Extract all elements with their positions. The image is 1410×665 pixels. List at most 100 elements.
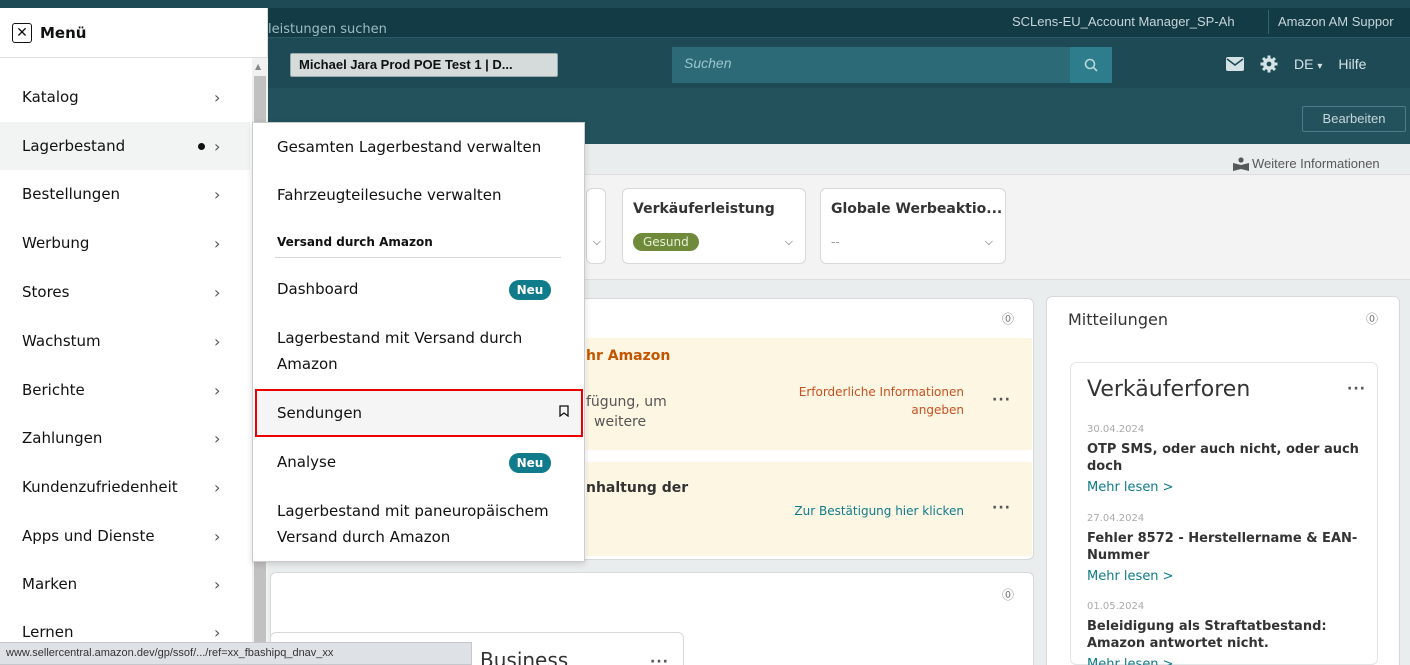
- metric-card-partial[interactable]: ⌵: [586, 188, 606, 264]
- account-strip: [268, 8, 1410, 38]
- help-icon[interactable]: ⓪: [1366, 310, 1378, 327]
- menu-item-label: Apps und Dienste: [22, 527, 155, 545]
- submenu-item-label: Lagerbestand mit paneuropäischem: [277, 502, 549, 520]
- chevron-right-icon: ›: [214, 233, 221, 253]
- submenu-item-paneu-inventory[interactable]: Lagerbestand mit paneuropäischem Versand…: [277, 498, 549, 550]
- active-indicator-dot: [198, 142, 205, 150]
- menu-item-werbung[interactable]: Werbung ›: [0, 219, 250, 267]
- metric-value: --: [831, 235, 840, 249]
- forum-post-title[interactable]: Beleidigung als Straftatbestand: Amazon …: [1087, 618, 1367, 652]
- account-name[interactable]: SCLens-EU_Account Manager_SP-Ah: [1012, 14, 1235, 29]
- metric-title: Globale Werbeaktio...: [831, 201, 1003, 217]
- forum-post-title[interactable]: Fehler 8572 - Herstellername & EAN-Numme…: [1087, 530, 1367, 564]
- store-selector[interactable]: Michael Jara Prod POE Test 1 | D...: [290, 53, 558, 77]
- read-more-link[interactable]: Mehr lesen >: [1087, 657, 1174, 665]
- forum-title: Verkäuferforen: [1087, 377, 1251, 402]
- alert-link-line: angeben: [911, 403, 964, 417]
- submenu-item-dashboard[interactable]: Dashboard: [277, 276, 358, 302]
- inventory-submenu: Gesamten Lagerbestand verwalten Fahrzeug…: [252, 122, 585, 562]
- metric-card-seller-performance[interactable]: Verkäuferleistung Gesund ⌵: [622, 188, 806, 264]
- more-options-icon[interactable]: ···: [1347, 381, 1366, 397]
- help-icon[interactable]: ⓪: [1002, 310, 1014, 327]
- menu-item-katalog[interactable]: Katalog ›: [0, 73, 250, 121]
- seller-forums-card: Verkäuferforen ··· 30.04.2024 OTP SMS, o…: [1070, 362, 1378, 665]
- submenu-item-fba-inventory[interactable]: Lagerbestand mit Versand durch Amazon: [277, 325, 522, 377]
- new-badge: Neu: [509, 453, 551, 473]
- help-link[interactable]: Hilfe: [1338, 56, 1366, 72]
- divider: [1268, 10, 1269, 34]
- bookmark-icon[interactable]: [559, 405, 569, 417]
- menu-item-marken[interactable]: Marken ›: [0, 560, 250, 608]
- help-icon[interactable]: ⓪: [1002, 586, 1014, 603]
- caret-down-icon: ▾: [1317, 61, 1323, 72]
- chevron-right-icon: ›: [214, 87, 221, 107]
- chevron-down-icon: ⌵: [984, 235, 993, 248]
- more-options-icon[interactable]: ···: [650, 654, 669, 665]
- menu-item-zahlungen[interactable]: Zahlungen ›: [0, 414, 250, 462]
- menu-item-label: Kundenzufriedenheit: [22, 478, 178, 496]
- submenu-item-label: Lagerbestand mit Versand durch: [277, 329, 523, 347]
- alert-text: weitere: [594, 414, 647, 430]
- chevron-right-icon: ›: [214, 574, 221, 594]
- menu-item-label: Berichte: [22, 381, 85, 399]
- chevron-down-icon: ⌵: [784, 235, 793, 248]
- divider: [275, 257, 561, 258]
- mail-icon[interactable]: [1226, 57, 1244, 71]
- more-options-icon[interactable]: ···: [992, 500, 1011, 516]
- more-info-link[interactable]: Weitere Informationen: [1232, 156, 1380, 171]
- scroll-up-arrow-icon[interactable]: ▲: [255, 62, 261, 71]
- post-date: 27.04.2024: [1087, 513, 1145, 524]
- search-icon: [1084, 58, 1098, 72]
- chevron-right-icon: ›: [214, 282, 221, 302]
- menu-item-label: Zahlungen: [22, 429, 103, 447]
- read-more-link[interactable]: Mehr lesen >: [1087, 569, 1174, 584]
- submenu-item-label: Versand durch Amazon: [277, 528, 451, 546]
- chevron-right-icon: ›: [214, 622, 221, 642]
- menu-item-lagerbestand[interactable]: Lagerbestand ›: [0, 122, 250, 170]
- alert-action-link[interactable]: Erforderliche Informationen angeben: [774, 383, 964, 419]
- gear-icon[interactable]: [1260, 55, 1278, 73]
- header-icons: DE ▾ Hilfe: [1226, 55, 1366, 73]
- menu-item-label: Bestellungen: [22, 185, 121, 203]
- chevron-right-icon: ›: [214, 331, 221, 351]
- read-more-link[interactable]: Mehr lesen >: [1087, 480, 1174, 495]
- subbar-search-text[interactable]: leistungen suchen: [268, 22, 387, 37]
- chevron-right-icon: ›: [214, 184, 221, 204]
- status-badge: Gesund: [633, 233, 699, 251]
- menu-item-kundenzufriedenheit[interactable]: Kundenzufriedenheit ›: [0, 463, 250, 511]
- menu-item-apps-und-dienste[interactable]: Apps und Dienste ›: [0, 512, 250, 560]
- menu-item-stores[interactable]: Stores ›: [0, 268, 250, 316]
- menu-item-label: Wachstum: [22, 332, 101, 350]
- alert-link-line: Erforderliche Informationen: [798, 385, 964, 399]
- post-date: 01.05.2024: [1087, 601, 1145, 612]
- browser-status-url: www.sellercentral.amazon.dev/gp/ssof/...…: [0, 642, 472, 665]
- submenu-item-analysis[interactable]: Analyse: [277, 449, 336, 475]
- submenu-item-vehicle-parts-search[interactable]: Fahrzeugteilesuche verwalten: [277, 182, 502, 208]
- edit-button[interactable]: Bearbeiten: [1302, 106, 1406, 132]
- search-input[interactable]: Suchen: [672, 47, 1070, 83]
- menu-item-label: Werbung: [22, 234, 90, 252]
- language-selector[interactable]: DE ▾: [1294, 56, 1322, 72]
- submenu-item-manage-inventory[interactable]: Gesamten Lagerbestand verwalten: [277, 134, 541, 160]
- chevron-right-icon: ›: [214, 428, 221, 448]
- more-options-icon[interactable]: ···: [992, 392, 1011, 408]
- menu-item-berichte[interactable]: Berichte ›: [0, 366, 250, 414]
- close-icon[interactable]: ✕: [12, 22, 32, 43]
- confirm-link[interactable]: Zur Bestätigung hier klicken: [774, 502, 964, 520]
- submenu-item-label: Amazon: [277, 355, 338, 373]
- language-label: DE: [1294, 56, 1314, 72]
- menu-item-bestellungen[interactable]: Bestellungen ›: [0, 170, 250, 218]
- chevron-right-icon: ›: [214, 380, 221, 400]
- chevron-right-icon: ›: [214, 526, 221, 546]
- metric-title: Verkäuferleistung: [633, 201, 775, 217]
- post-date: 30.04.2024: [1087, 424, 1145, 435]
- metric-card-global-promotions[interactable]: Globale Werbeaktio... -- ⌵: [820, 188, 1006, 264]
- chevron-right-icon: ›: [214, 477, 221, 497]
- alert-text: fügung, um: [586, 394, 667, 410]
- account-name-secondary[interactable]: Amazon AM Suppor: [1278, 14, 1394, 29]
- search-button[interactable]: [1070, 47, 1112, 83]
- chevron-down-icon: ⌵: [592, 235, 601, 248]
- more-info-label: Weitere Informationen: [1252, 156, 1380, 171]
- menu-item-wachstum[interactable]: Wachstum ›: [0, 317, 250, 365]
- forum-post-title[interactable]: OTP SMS, oder auch nicht, oder auch doch: [1087, 441, 1367, 475]
